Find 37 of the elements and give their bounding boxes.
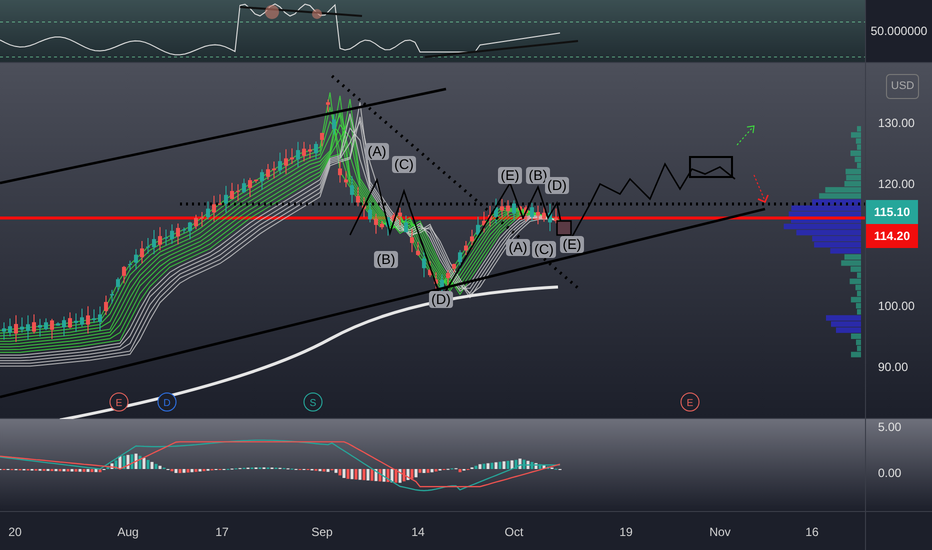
- price-label: 114.20: [866, 224, 918, 248]
- wave-label: (D): [429, 291, 453, 308]
- time-label: Aug: [117, 526, 139, 538]
- price-tick: 130.00: [878, 117, 915, 129]
- macd-tick: 5.00: [878, 421, 902, 433]
- wave-label: (A): [365, 143, 389, 160]
- wave-label: (E): [498, 167, 522, 184]
- event-marker[interactable]: S: [304, 392, 322, 412]
- wave-label: (C): [532, 241, 556, 258]
- wave-label: (C): [392, 156, 416, 173]
- time-label: Nov: [709, 526, 731, 538]
- up-arrow-icon: [736, 125, 755, 146]
- macd-tick: 0.00: [878, 467, 902, 479]
- price-tick: 120.00: [878, 178, 915, 190]
- event-marker[interactable]: E: [110, 392, 128, 412]
- wave-label: (D): [545, 177, 569, 194]
- price-tick: 100.00: [878, 300, 915, 312]
- time-label: Sep: [311, 526, 333, 538]
- time-label: 20: [8, 526, 22, 538]
- marker-box: [556, 220, 572, 236]
- time-label: 17: [215, 526, 229, 538]
- down-arrow-icon: [754, 174, 769, 203]
- wave-label: (A): [506, 239, 530, 256]
- wave-label: (B): [374, 251, 398, 268]
- wave-label: (B): [526, 167, 550, 184]
- consolidation-box: [689, 156, 733, 178]
- wave-label: (E): [560, 236, 584, 253]
- time-label: 16: [805, 526, 819, 538]
- time-label: 19: [619, 526, 633, 538]
- event-marker[interactable]: D: [158, 392, 176, 412]
- time-label: Oct: [504, 526, 524, 538]
- price-tick: 90.00: [878, 361, 908, 373]
- currency-button[interactable]: USD: [886, 74, 920, 98]
- time-label: 14: [411, 526, 425, 538]
- event-marker[interactable]: E: [680, 392, 700, 412]
- axis-label: 50.000000: [870, 23, 928, 40]
- price-label: 115.10: [866, 200, 918, 224]
